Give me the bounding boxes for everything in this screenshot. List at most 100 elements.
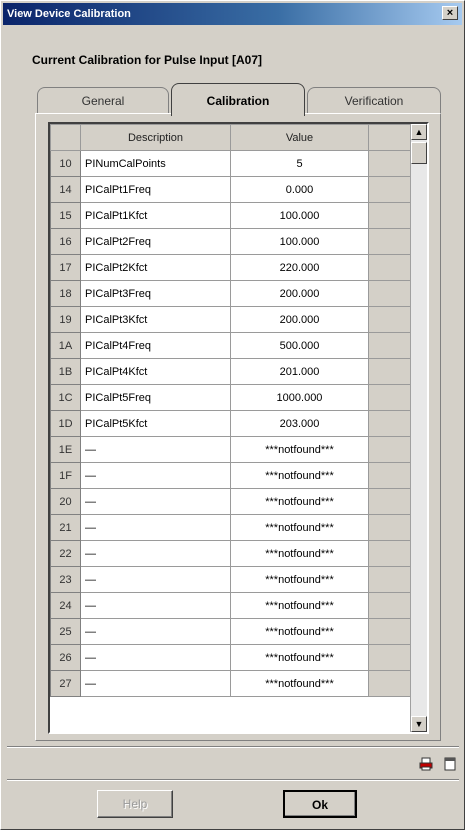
table-row[interactable]: 1E — ***notfound*** xyxy=(50,436,415,463)
description-cell[interactable]: PICalPt4Freq xyxy=(80,332,231,359)
scroll-down-arrow-icon[interactable]: ▼ xyxy=(411,716,427,732)
table-row[interactable]: 1B PICalPt4Kfct 201.000 xyxy=(50,358,415,385)
value-cell[interactable]: ***notfound*** xyxy=(230,436,369,463)
table-row[interactable]: 27— ***notfound*** xyxy=(50,670,415,697)
table-row[interactable]: 1D PICalPt5Kfct 203.000 xyxy=(50,410,415,437)
table-row[interactable]: 23— ***notfound*** xyxy=(50,566,415,593)
table-row[interactable]: 10 PINumCalPoints 5 xyxy=(50,150,415,177)
row-number: 1B xyxy=(50,358,81,385)
description-cell[interactable]: PICalPt2Kfct xyxy=(80,254,231,281)
table-row[interactable]: 19 PICalPt3Kfct 200.000 xyxy=(50,306,415,333)
value-cell[interactable]: 0.000 xyxy=(230,176,369,203)
value-cell[interactable]: 203.000 xyxy=(230,410,369,437)
value-cell[interactable]: ***notfound*** xyxy=(230,540,369,567)
row-number: 21 xyxy=(50,514,81,541)
description-cell[interactable]: — xyxy=(80,436,231,463)
close-button[interactable]: × xyxy=(442,6,458,20)
description-cell[interactable]: PICalPt1Kfct xyxy=(80,202,231,229)
table-row[interactable]: 14 PICalPt1Freq 0.000 xyxy=(50,176,415,203)
table-row[interactable]: 26— ***notfound*** xyxy=(50,644,415,671)
table-row[interactable]: 1C PICalPt5Freq 1000.000 xyxy=(50,384,415,411)
description-cell[interactable]: — xyxy=(80,644,231,671)
row-number: 15 xyxy=(50,202,81,229)
value-cell[interactable]: ***notfound*** xyxy=(230,644,369,671)
empty-cell xyxy=(368,384,415,411)
empty-cell xyxy=(368,150,415,177)
table-row[interactable]: 15 PICalPt1Kfct 100.000 xyxy=(50,202,415,229)
value-cell[interactable]: 220.000 xyxy=(230,254,369,281)
description-cell[interactable]: PICalPt1Freq xyxy=(80,176,231,203)
column-header-value[interactable]: Value xyxy=(230,124,369,151)
empty-cell xyxy=(368,670,415,697)
description-cell[interactable]: — xyxy=(80,618,231,645)
description-cell[interactable]: — xyxy=(80,592,231,619)
row-number: 17 xyxy=(50,254,81,281)
tab-verification[interactable]: Verification xyxy=(307,87,441,114)
print-icon[interactable] xyxy=(419,757,433,771)
corner-header xyxy=(50,124,81,151)
empty-cell xyxy=(368,462,415,489)
table-row[interactable]: 17 PICalPt2Kfct 220.000 xyxy=(50,254,415,281)
ok-button[interactable]: Ok xyxy=(283,790,357,818)
description-cell[interactable]: PICalPt4Kfct xyxy=(80,358,231,385)
value-cell[interactable]: 100.000 xyxy=(230,228,369,255)
table-row[interactable]: 16 PICalPt2Freq 100.000 xyxy=(50,228,415,255)
table-row[interactable]: 18 PICalPt3Freq 200.000 xyxy=(50,280,415,307)
empty-cell xyxy=(368,228,415,255)
value-cell[interactable]: ***notfound*** xyxy=(230,618,369,645)
value-cell[interactable]: ***notfound*** xyxy=(230,592,369,619)
description-cell[interactable]: PICalPt3Kfct xyxy=(80,306,231,333)
table-row[interactable]: 1A PICalPt4Freq 500.000 xyxy=(50,332,415,359)
scroll-thumb[interactable] xyxy=(411,142,427,164)
window-title: View Device Calibration xyxy=(7,8,131,20)
table-row[interactable]: 20— ***notfound*** xyxy=(50,488,415,515)
row-number: 24 xyxy=(50,592,81,619)
description-cell[interactable]: — xyxy=(80,670,231,697)
calibration-table: Description Value 10 PINumCalPoints 5 14 PIC… xyxy=(50,124,415,697)
value-cell[interactable]: ***notfound*** xyxy=(230,514,369,541)
description-cell[interactable]: — xyxy=(80,540,231,567)
table-row[interactable]: 25— ***notfound*** xyxy=(50,618,415,645)
value-cell[interactable]: 200.000 xyxy=(230,280,369,307)
page-icon[interactable] xyxy=(443,757,457,771)
column-header-description[interactable]: Description xyxy=(80,124,231,151)
divider-bottom xyxy=(7,779,459,781)
table-row[interactable]: 21— ***notfound*** xyxy=(50,514,415,541)
description-cell[interactable]: PICalPt5Freq xyxy=(80,384,231,411)
table-row[interactable]: 1F — ***notfound*** xyxy=(50,462,415,489)
empty-cell xyxy=(368,306,415,333)
tab-general[interactable]: General xyxy=(37,87,169,114)
value-cell[interactable]: 1000.000 xyxy=(230,384,369,411)
description-cell[interactable]: — xyxy=(80,462,231,489)
calibration-grid[interactable]: Description Value 10 PINumCalPoints 5 14 PIC… xyxy=(48,122,429,734)
row-number: 27 xyxy=(50,670,81,697)
row-number: 1F xyxy=(50,462,81,489)
value-cell[interactable]: ***notfound*** xyxy=(230,462,369,489)
empty-cell xyxy=(368,410,415,437)
description-cell[interactable]: PINumCalPoints xyxy=(80,150,231,177)
description-cell[interactable]: PICalPt3Freq xyxy=(80,280,231,307)
description-cell[interactable]: — xyxy=(80,488,231,515)
table-header-row: Description Value xyxy=(50,124,415,151)
table-row[interactable]: 22— ***notfound*** xyxy=(50,540,415,567)
value-cell[interactable]: 201.000 xyxy=(230,358,369,385)
value-cell[interactable]: ***notfound*** xyxy=(230,566,369,593)
description-cell[interactable]: PICalPt2Freq xyxy=(80,228,231,255)
tab-calibration[interactable]: Calibration xyxy=(171,83,305,116)
description-cell[interactable]: — xyxy=(80,566,231,593)
value-cell[interactable]: 5 xyxy=(230,150,369,177)
scroll-up-arrow-icon[interactable]: ▲ xyxy=(411,124,427,140)
description-cell[interactable]: — xyxy=(80,514,231,541)
value-cell[interactable]: 100.000 xyxy=(230,202,369,229)
value-cell[interactable]: ***notfound*** xyxy=(230,488,369,515)
vertical-scrollbar[interactable]: ▲ ▼ xyxy=(410,124,427,732)
value-cell[interactable]: 500.000 xyxy=(230,332,369,359)
value-cell[interactable]: ***notfound*** xyxy=(230,670,369,697)
calibration-heading: Current Calibration for Pulse Input [A07… xyxy=(32,53,263,67)
description-cell[interactable]: PICalPt5Kfct xyxy=(80,410,231,437)
table-row[interactable]: 24— ***notfound*** xyxy=(50,592,415,619)
empty-cell xyxy=(368,332,415,359)
help-button[interactable]: Help xyxy=(97,790,173,818)
title-bar: View Device Calibration × xyxy=(3,3,462,25)
value-cell[interactable]: 200.000 xyxy=(230,306,369,333)
